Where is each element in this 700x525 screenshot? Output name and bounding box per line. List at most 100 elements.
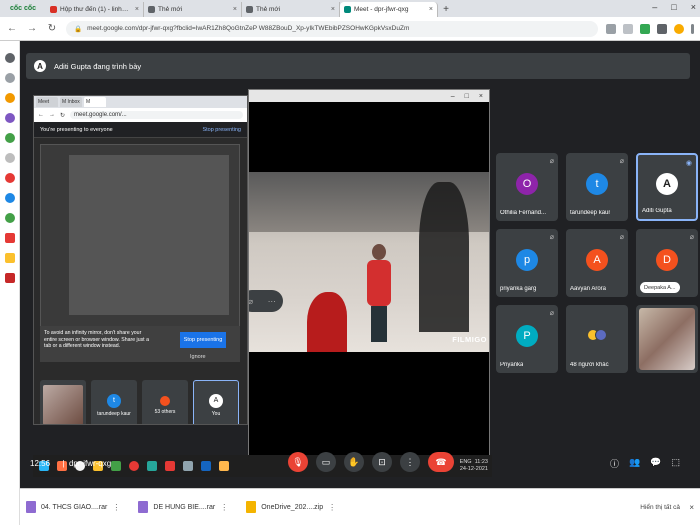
meeting-code-text: dpr-jfwr-qxg bbox=[68, 459, 112, 468]
participant-tile[interactable]: A Aavyan Arora ⌀ bbox=[566, 229, 628, 297]
mirror-screen-inner bbox=[69, 155, 229, 315]
new-tab-button[interactable]: + bbox=[438, 2, 454, 17]
app-icon[interactable] bbox=[4, 273, 15, 283]
show-all-link[interactable]: Hiển thị tất cả bbox=[640, 504, 680, 511]
minimize-icon[interactable]: – bbox=[451, 93, 455, 100]
red-costume bbox=[307, 292, 347, 352]
maximize-icon[interactable]: □ bbox=[465, 93, 469, 100]
download-filename: DE HUNG BIE....rar bbox=[153, 503, 216, 511]
download-item[interactable]: OneDrive_202....zip ⋮ bbox=[246, 501, 336, 513]
raise-hand-button[interactable]: ✋ bbox=[344, 452, 364, 472]
browser-tab-bar: cốc cốc Hộp thư đến (1) - linhh2005 × Th… bbox=[0, 0, 700, 17]
dialog-text: To avoid an infinity mirror, don't share… bbox=[44, 330, 149, 349]
video-overlay-controls[interactable]: ⌀ ⋯ bbox=[249, 290, 283, 312]
mini-tile: A You bbox=[193, 380, 239, 424]
messenger-icon[interactable] bbox=[4, 113, 15, 123]
download-item[interactable]: 04. THCS GIAO....rar ⋮ bbox=[26, 501, 120, 513]
participant-tile-video[interactable] bbox=[636, 305, 698, 373]
close-icon[interactable]: × bbox=[429, 6, 433, 13]
close-icon[interactable]: × bbox=[479, 93, 483, 100]
camera-icon[interactable] bbox=[606, 23, 616, 34]
close-icon[interactable]: × bbox=[233, 6, 237, 13]
browser-logo[interactable]: cốc cốc bbox=[0, 0, 46, 17]
child-head bbox=[372, 244, 386, 260]
video-watermark: FILMIGO bbox=[452, 335, 487, 344]
youtube-icon[interactable] bbox=[4, 173, 15, 183]
app-icon[interactable] bbox=[4, 213, 15, 223]
ignore-button[interactable]: Ignore bbox=[190, 354, 206, 360]
close-window-icon[interactable]: × bbox=[691, 2, 696, 12]
tab-gmail[interactable]: Hộp thư đến (1) - linhh2005 × bbox=[46, 2, 144, 17]
chat-icon[interactable]: 💬 bbox=[650, 457, 661, 470]
star-icon[interactable] bbox=[623, 23, 633, 34]
menu-icon[interactable] bbox=[691, 23, 694, 34]
christmas-tree bbox=[419, 182, 469, 332]
mini-tile-label: tarundeep kaur bbox=[97, 410, 131, 417]
url-input[interactable]: 🔒 meet.google.com/dpr-jfwr-qxg?fbclid=Iw… bbox=[66, 20, 598, 37]
mic-toggle-button[interactable]: 🎙 bbox=[288, 452, 308, 472]
chevron-down-icon[interactable]: ⋮ bbox=[328, 503, 336, 512]
notice-text: You're presenting to everyone bbox=[40, 126, 113, 133]
mic-off-icon: ⌀ bbox=[689, 234, 694, 241]
call-controls: 🎙 ▭ ✋ ⊡ ⋮ ☎ bbox=[288, 452, 454, 472]
participant-tile[interactable]: D Deepaka A... ⌀ bbox=[636, 229, 698, 297]
mini-tile: 53 others bbox=[142, 380, 188, 424]
chevron-down-icon[interactable]: ⋮ bbox=[220, 503, 228, 512]
shopping-icon[interactable] bbox=[4, 93, 15, 103]
settings-icon[interactable] bbox=[4, 53, 15, 63]
zalo-icon[interactable] bbox=[4, 193, 15, 203]
download-item[interactable]: DE HUNG BIE....rar ⋮ bbox=[138, 501, 228, 513]
history-icon[interactable] bbox=[4, 73, 15, 83]
child-body bbox=[367, 260, 391, 306]
avatar: O bbox=[516, 173, 538, 195]
mic-off-icon: ⌀ bbox=[549, 158, 554, 165]
shared-tab: M bbox=[84, 97, 106, 107]
extension-icon[interactable] bbox=[657, 23, 667, 34]
minimize-icon[interactable]: – bbox=[652, 2, 657, 12]
more-avatars bbox=[587, 329, 607, 341]
participant-tile-active[interactable]: A Aditi Gupta ◉ bbox=[636, 153, 698, 221]
close-icon[interactable]: × bbox=[689, 503, 694, 512]
participant-tile[interactable]: p priyanka garg ⌀ bbox=[496, 229, 558, 297]
participant-tile[interactable]: O Othilia Fernand... ⌀ bbox=[496, 153, 558, 221]
chevron-down-icon[interactable]: ⋮ bbox=[112, 503, 120, 512]
info-icon[interactable]: ⓘ bbox=[610, 457, 619, 470]
app-icon[interactable] bbox=[4, 233, 15, 243]
present-button[interactable]: ⊡ bbox=[372, 452, 392, 472]
forward-icon[interactable]: → bbox=[26, 23, 38, 34]
participant-name: Aditi Gupta bbox=[642, 208, 672, 214]
tab-new-1[interactable]: Thẻ mới × bbox=[144, 2, 242, 17]
app-icon[interactable] bbox=[4, 253, 15, 263]
child-legs bbox=[371, 306, 387, 342]
mic-off-icon[interactable]: ⌀ bbox=[249, 297, 253, 306]
more-options-button[interactable]: ⋮ bbox=[400, 452, 420, 472]
participant-tile[interactable]: t tarundeep kaur ⌀ bbox=[566, 153, 628, 221]
back-icon[interactable]: ← bbox=[6, 23, 18, 34]
leave-call-button[interactable]: ☎ bbox=[428, 452, 454, 472]
more-participants-label: 48 người khác bbox=[570, 362, 609, 368]
extension-green-icon[interactable] bbox=[640, 23, 650, 34]
participant-name: Priyanka bbox=[500, 362, 524, 368]
participant-name: Othilia Fernand... bbox=[500, 210, 547, 216]
avatar: A bbox=[656, 173, 678, 195]
close-icon[interactable]: × bbox=[331, 6, 335, 13]
stop-presenting-button[interactable]: Stop presenting bbox=[180, 332, 226, 348]
people-icon[interactable]: 👥 bbox=[629, 457, 640, 470]
add-icon[interactable] bbox=[4, 153, 15, 163]
avatar bbox=[595, 329, 607, 341]
stop-presenting-link[interactable]: Stop presenting bbox=[202, 127, 241, 133]
tab-new-2[interactable]: Thẻ mới × bbox=[242, 2, 340, 17]
game-icon[interactable] bbox=[4, 133, 15, 143]
activities-icon[interactable]: ⬚ bbox=[671, 457, 680, 470]
participant-tile[interactable]: P Priyanka ⌀ bbox=[496, 305, 558, 373]
profile-avatar[interactable] bbox=[674, 23, 684, 34]
captions-button[interactable]: ▭ bbox=[316, 452, 336, 472]
tab-meet[interactable]: Meet - dpr-jfwr-qxg × bbox=[340, 2, 438, 17]
avatar: A bbox=[586, 249, 608, 271]
reload-icon[interactable]: ↻ bbox=[46, 23, 58, 34]
mini-tile bbox=[40, 380, 86, 424]
close-icon[interactable]: × bbox=[135, 6, 139, 13]
more-icon[interactable]: ⋯ bbox=[268, 297, 276, 306]
more-participants-tile[interactable]: 48 người khác bbox=[566, 305, 628, 373]
maximize-icon[interactable]: □ bbox=[671, 2, 676, 12]
